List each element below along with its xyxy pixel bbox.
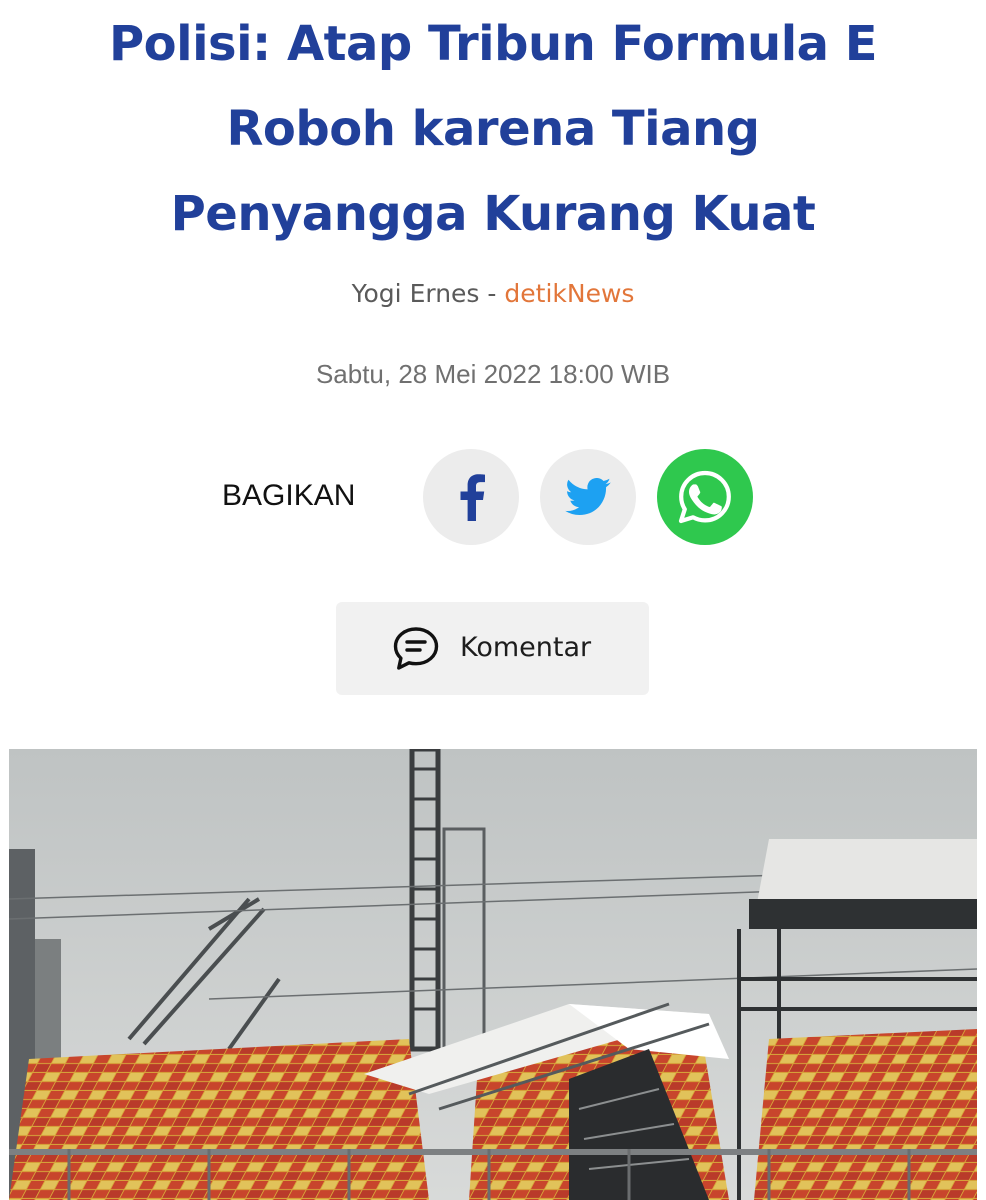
comment-icon — [393, 627, 439, 670]
whatsapp-icon — [678, 470, 731, 524]
twitter-share-button[interactable] — [540, 449, 636, 545]
headline-line: Polisi: Atap Tribun Formula E — [108, 16, 878, 72]
headline-line: Roboh karena Tiang — [226, 101, 760, 157]
share-label: BAGIKAN — [222, 479, 356, 512]
source-name[interactable]: detikNews — [504, 279, 634, 308]
article-photo[interactable] — [9, 749, 977, 1200]
facebook-icon — [460, 474, 485, 521]
comment-label: Komentar — [460, 632, 592, 663]
publish-date: Sabtu, 28 Mei 2022 18:00 WIB — [315, 359, 671, 389]
twitter-icon — [565, 478, 611, 516]
author-name[interactable]: Yogi Ernes — [352, 279, 480, 308]
byline-separator: - — [479, 279, 505, 308]
facebook-share-button[interactable] — [423, 449, 519, 545]
byline: Yogi Ernes - detikNews — [0, 274, 986, 314]
comment-button[interactable]: Komentar — [336, 602, 649, 695]
headline: Polisi: Atap Tribun Formula E Roboh kare… — [20, 2, 966, 257]
whatsapp-share-button[interactable] — [657, 449, 753, 545]
headline-line: Penyangga Kurang Kuat — [170, 186, 816, 242]
grandstand-photo — [9, 749, 977, 1200]
